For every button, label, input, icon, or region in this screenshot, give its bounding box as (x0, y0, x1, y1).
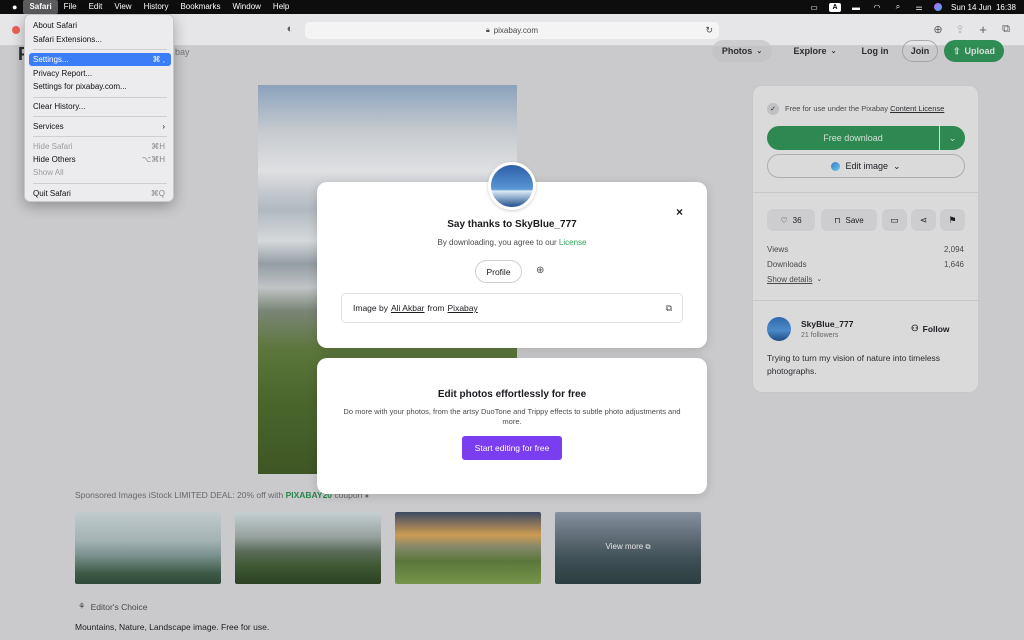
menu-view[interactable]: View (108, 0, 137, 14)
url-text: pixabay.com (493, 26, 539, 35)
promo-body: Do more with your photos, from the artsy… (343, 407, 681, 426)
menu-item-settings[interactable]: Settings... ⌘ , (29, 53, 171, 66)
menu-history[interactable]: History (138, 0, 175, 14)
menu-item-hide-safari: Hide Safari ⌘H (33, 142, 165, 151)
battery-icon[interactable]: ▬ (850, 3, 862, 12)
share-icon[interactable]: ⇪ (953, 22, 967, 36)
credit-site-link[interactable]: Pixabay (448, 303, 478, 313)
search-icon[interactable]: ⌕ (892, 2, 904, 12)
attribution-box: Image by Ali Akbar from Pixabay ⧉ (341, 293, 683, 323)
modal-subtitle: By downloading, you agree to our License (437, 238, 587, 247)
menu-item-hide-others[interactable]: Hide Others ⌥⌘H (29, 153, 171, 166)
sidebar-shield-icon[interactable]: ◐ (283, 22, 297, 36)
close-window-icon[interactable] (12, 26, 20, 34)
menu-item-services[interactable]: Services › (29, 120, 171, 133)
promo-title: Edit photos effortlessly for free (437, 389, 587, 400)
siri-icon[interactable] (934, 3, 943, 11)
control-center-icon[interactable]: ⚌ (913, 3, 925, 12)
apple-menu-icon[interactable]: ● (0, 0, 23, 14)
address-bar[interactable]: 🔒︎ pixabay.com ↻ (305, 22, 719, 39)
menu-item-extensions[interactable]: Safari Extensions... (29, 33, 171, 46)
downloads-icon[interactable]: ⊕ (931, 22, 945, 36)
start-editing-button[interactable]: Start editing for free (462, 436, 562, 460)
tab-overview-icon[interactable]: ⧉ (999, 22, 1013, 36)
reload-icon[interactable]: ↻ (705, 25, 713, 36)
input-source-icon[interactable]: A (829, 2, 842, 12)
menu-separator (33, 116, 167, 117)
menu-file[interactable]: File (58, 0, 83, 14)
menu-item-privacy-report[interactable]: Privacy Report... (29, 67, 171, 80)
display-icon[interactable]: ▭ (808, 3, 820, 12)
profile-button[interactable]: Profile (475, 260, 522, 283)
modal-title: Say thanks to SkyBlue_777 (447, 219, 577, 230)
menu-item-about[interactable]: About Safari (29, 19, 171, 32)
editor-promo-card: Edit photos effortlessly for free Do mor… (317, 358, 707, 494)
menu-separator (33, 49, 167, 50)
globe-icon[interactable]: ⊕ (536, 265, 544, 276)
menu-separator (33, 183, 167, 184)
author-avatar-large (488, 162, 536, 210)
credit-author-link[interactable]: Ali Akbar (391, 303, 425, 313)
menu-item-show-all: Show All (33, 168, 64, 177)
chevron-right-icon: › (162, 122, 165, 131)
menu-item-site-settings[interactable]: Settings for pixabay.com... (29, 80, 171, 93)
menu-item-clear-history[interactable]: Clear History... (29, 100, 171, 113)
wifi-icon[interactable]: ◠ (871, 3, 883, 12)
new-tab-icon[interactable]: + (976, 22, 990, 37)
close-icon[interactable]: × (676, 205, 683, 219)
menu-window[interactable]: Window (226, 0, 266, 14)
safari-menu: About Safari Safari Extensions... Settin… (24, 14, 174, 202)
menu-separator (33, 97, 167, 98)
menu-edit[interactable]: Edit (83, 0, 109, 14)
menu-separator (33, 136, 167, 137)
menu-safari[interactable]: Safari (23, 0, 58, 14)
menu-bar: ● Safari File Edit View History Bookmark… (0, 0, 1024, 14)
menu-bookmarks[interactable]: Bookmarks (174, 0, 226, 14)
menu-item-quit[interactable]: Quit Safari ⌘Q (29, 187, 171, 200)
lock-icon: 🔒︎ (485, 26, 490, 34)
clock[interactable]: Sun 14 Jun 16:38 (951, 3, 1016, 12)
menu-help[interactable]: Help (267, 0, 295, 14)
copy-icon[interactable]: ⧉ (666, 303, 672, 314)
license-link[interactable]: License (559, 238, 587, 247)
